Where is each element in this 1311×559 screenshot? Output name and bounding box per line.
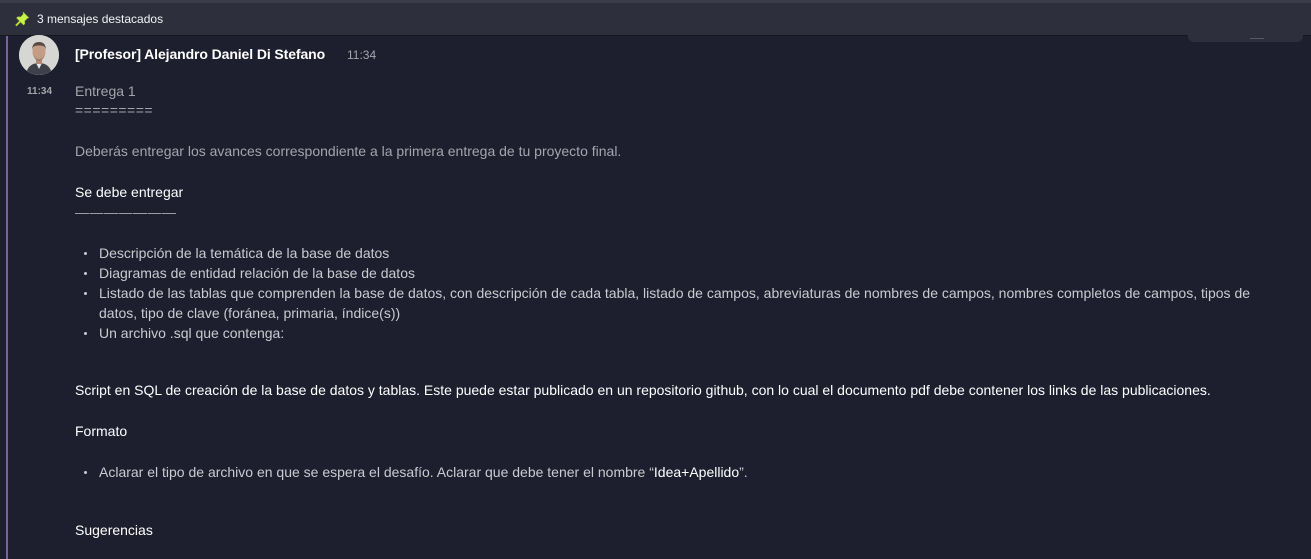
pinned-messages-label[interactable]: 3 mensajes destacados	[37, 12, 163, 26]
format-item-suffix: ”.	[739, 464, 748, 480]
message-highlight-bar	[6, 36, 8, 559]
section-heading-formato: Formato	[75, 423, 128, 439]
format-item-highlight: Idea+Apellido	[653, 464, 740, 480]
title-underline: =========	[75, 102, 154, 118]
section-rule: ———————	[75, 204, 177, 220]
list-item: Descripción de la temática de la base de…	[75, 243, 1259, 263]
message-actions-tab[interactable]	[1188, 34, 1303, 42]
avatar[interactable]	[19, 35, 59, 75]
avatar-image	[19, 35, 59, 75]
intro-paragraph: Deberás entregar los avances correspondi…	[75, 143, 622, 159]
message-title: Entrega 1	[75, 83, 136, 99]
message-author[interactable]: [Profesor] Alejandro Daniel Di Stefano	[75, 46, 325, 63]
section-heading-sugerencias: Sugerencias	[75, 522, 153, 538]
script-paragraph: Script en SQL de creación de la base de …	[75, 382, 1211, 398]
format-list: Aclarar el tipo de archivo en que se esp…	[75, 462, 1259, 482]
gutter-timestamp: 11:34	[27, 86, 53, 97]
list-item: Listado de las tablas que comprenden la …	[75, 283, 1259, 323]
pinned-messages-bar[interactable]: 3 mensajes destacados	[0, 0, 1311, 36]
section-heading-entregar: Se debe entregar	[75, 184, 184, 200]
deliverables-list: Descripción de la temática de la base de…	[75, 243, 1259, 343]
list-item: Un archivo .sql que contenga:	[75, 323, 1259, 343]
list-item: Diagramas de entidad relación de la base…	[75, 263, 1259, 283]
list-item: Aclarar el tipo de archivo en que se esp…	[75, 462, 1259, 482]
format-item-text: Aclarar el tipo de archivo en que se esp…	[99, 464, 654, 480]
pin-icon	[15, 11, 30, 27]
message-timestamp: 11:34	[347, 48, 377, 62]
